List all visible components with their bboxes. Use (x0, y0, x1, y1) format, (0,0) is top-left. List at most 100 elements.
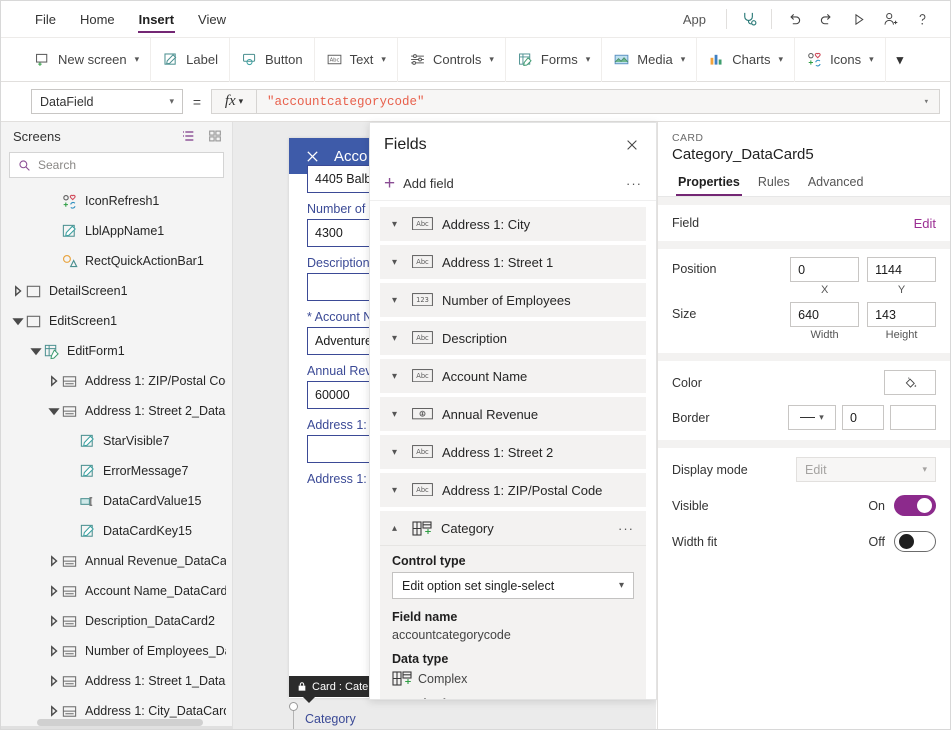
field-list-item-header[interactable]: ▾AbcAddress 1: Street 2 (380, 435, 646, 469)
play-icon[interactable] (842, 5, 874, 33)
field-list-item-header[interactable]: ▾Annual Revenue (380, 397, 646, 431)
tab-advanced[interactable]: Advanced (800, 169, 872, 196)
ribbon-overflow-button[interactable]: ▾ (886, 38, 915, 82)
close-icon[interactable] (305, 149, 320, 164)
position-y-input[interactable]: 1144 (867, 257, 936, 282)
size-width-input[interactable]: 640 (790, 302, 859, 327)
chevron-down-icon: ▾ (135, 54, 140, 65)
position-x-input[interactable]: 0 (790, 257, 859, 282)
border-color-swatch[interactable] (890, 405, 936, 430)
add-field-button[interactable]: + Add field ··· (370, 167, 656, 201)
ribbon-new-screen[interactable]: New screen ▾ (23, 38, 151, 82)
fill-bucket-icon[interactable] (884, 370, 936, 395)
tree-item-label: StarVisible7 (103, 434, 169, 448)
formula-input[interactable]: "accountcategorycode" ▾ (257, 89, 940, 114)
chevron-down-icon[interactable]: ▾ (924, 97, 929, 107)
ribbon-icons[interactable]: Icons ▾ (795, 38, 886, 82)
field-list-item-header[interactable]: ▾AbcAddress 1: ZIP/Postal Code (380, 473, 646, 507)
width-fit-toggle[interactable] (894, 531, 936, 552)
tree-item[interactable]: Account Name_DataCard2 (1, 576, 232, 606)
expand-arrow-icon[interactable] (47, 704, 61, 718)
share-user-icon[interactable] (874, 5, 906, 33)
tree-item[interactable]: RectQuickActionBar1 (1, 246, 232, 276)
tree-item[interactable]: DetailScreen1 (1, 276, 232, 306)
menu-tab-home[interactable]: Home (70, 3, 125, 36)
field-list-item-header[interactable]: ▴Category··· (380, 511, 646, 545)
tab-properties[interactable]: Properties (670, 169, 748, 196)
selected-card-label: Category (305, 712, 356, 726)
fields-panel-overflow-button[interactable]: ··· (626, 176, 642, 191)
tree-item[interactable]: IconRefresh1 (1, 186, 232, 216)
border-thickness-input[interactable]: 0 (842, 405, 884, 430)
menu-tab-insert[interactable]: Insert (129, 3, 184, 36)
health-check-icon[interactable] (733, 5, 765, 33)
expand-arrow-icon[interactable] (47, 584, 61, 598)
menu-tab-view[interactable]: View (188, 3, 236, 36)
toggle-knob (917, 498, 932, 513)
border-style-select[interactable]: ▾ (788, 405, 836, 430)
ribbon-charts[interactable]: Charts ▾ (697, 38, 795, 82)
ribbon-button[interactable]: Button (230, 38, 315, 82)
expand-arrow-icon[interactable] (47, 374, 61, 388)
ribbon-text[interactable]: Abc Text ▾ (315, 38, 398, 82)
fx-button[interactable]: fx ▾ (211, 89, 257, 114)
ribbon-forms[interactable]: Forms ▾ (506, 38, 602, 82)
field-edit-link[interactable]: Edit (914, 216, 936, 231)
collapse-arrow-icon[interactable] (11, 314, 25, 328)
tree-item[interactable]: EditForm1 (1, 336, 232, 366)
chevron-down-icon: ▾ (392, 447, 403, 458)
field-list-item-header[interactable]: ▾AbcDescription (380, 321, 646, 355)
expand-arrow-icon[interactable] (47, 614, 61, 628)
chevron-down-icon: ▾ (489, 54, 494, 65)
chevron-down-icon: ▾ (392, 485, 403, 496)
tree-item[interactable]: StarVisible7 (1, 426, 232, 456)
tree-item[interactable]: Address 1: ZIP/Postal Code_ (1, 366, 232, 396)
expand-arrow-icon[interactable] (11, 284, 25, 298)
field-list-item-header[interactable]: ▾AbcAddress 1: City (380, 207, 646, 241)
tree-item[interactable]: Annual Revenue_DataCard2 (1, 546, 232, 576)
expand-arrow-icon[interactable] (47, 674, 61, 688)
tree-item[interactable]: Address 1: Street 2_DataCar (1, 396, 232, 426)
expand-arrow-icon[interactable] (47, 554, 61, 568)
collapse-arrow-icon[interactable] (29, 344, 43, 358)
tree-horizontal-scrollbar[interactable] (37, 719, 203, 726)
size-row: Size 640 Width 143 Height (672, 302, 936, 341)
ribbon-media[interactable]: Media ▾ (602, 38, 697, 82)
field-item-overflow-button[interactable]: ··· (618, 521, 634, 536)
undo-icon[interactable] (778, 5, 810, 33)
field-list-item-header[interactable]: ▾AbcAddress 1: Street 1 (380, 245, 646, 279)
menu-tab-file[interactable]: File (25, 3, 66, 36)
resize-handle-top-left[interactable] (289, 702, 298, 711)
tree-item[interactable]: DataCardValue15 (1, 486, 232, 516)
tree-item[interactable]: DataCardKey15 (1, 516, 232, 546)
help-icon[interactable] (906, 5, 938, 33)
collapse-arrow-icon[interactable] (47, 404, 61, 418)
selected-card-overlay[interactable]: Card : Cate Category Preferred (289, 698, 619, 729)
add-field-label: Add field (403, 176, 454, 191)
display-mode-select[interactable]: Edit ▾ (796, 457, 936, 482)
tree-item[interactable]: Number of Employees_Data (1, 636, 232, 666)
visible-toggle[interactable] (894, 495, 936, 516)
control-type-value: Edit option set single-select (402, 579, 554, 593)
chevron-down-icon: ▾ (239, 96, 244, 107)
redo-icon[interactable] (810, 5, 842, 33)
thumbnail-view-icon[interactable] (206, 127, 224, 145)
tree-item[interactable]: Address 1: Street 1_DataCar (1, 666, 232, 696)
tree-item[interactable]: Category_DataCard5 (1, 726, 232, 729)
tree-item[interactable]: EditScreen1 (1, 306, 232, 336)
tree-item[interactable]: ErrorMessage7 (1, 456, 232, 486)
tree-item[interactable]: LblAppName1 (1, 216, 232, 246)
field-list-item-header[interactable]: ▾123Number of Employees (380, 283, 646, 317)
search-input[interactable]: Search (9, 152, 224, 178)
size-height-input[interactable]: 143 (867, 302, 936, 327)
expand-arrow-icon[interactable] (47, 644, 61, 658)
tab-rules[interactable]: Rules (750, 169, 798, 196)
tree-item[interactable]: Description_DataCard2 (1, 606, 232, 636)
close-icon[interactable] (622, 135, 642, 155)
field-list-item-header[interactable]: ▾AbcAccount Name (380, 359, 646, 393)
ribbon-controls[interactable]: Controls ▾ (398, 38, 506, 82)
ribbon-label[interactable]: Label (151, 38, 230, 82)
property-select[interactable]: DataField ▾ (31, 89, 183, 114)
control-type-select[interactable]: Edit option set single-select▾ (392, 572, 634, 599)
tree-view-icon[interactable] (179, 127, 197, 145)
